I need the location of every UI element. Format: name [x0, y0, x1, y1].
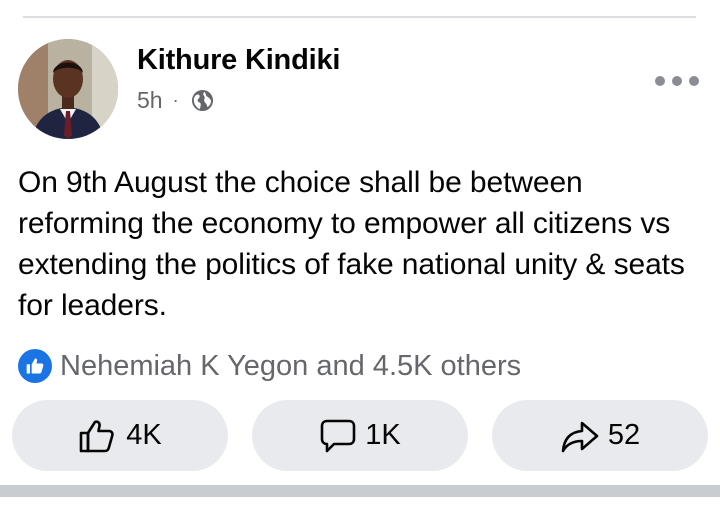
author-name[interactable]: Kithure Kindiki [137, 44, 340, 77]
post-timestamp[interactable]: 5h [137, 87, 163, 114]
reactions-summary[interactable]: Nehemiah K Yegon and 4.5K others [18, 346, 521, 386]
top-divider [23, 16, 696, 18]
globe-icon[interactable] [191, 89, 214, 112]
like-button[interactable]: 4K [12, 400, 228, 471]
like-count: 4K [126, 419, 162, 451]
meta-separator: · [172, 89, 179, 110]
thumbs-up-icon [79, 419, 115, 452]
like-badge-icon [18, 349, 52, 383]
avatar-photo [18, 39, 118, 139]
more-dot-icon [672, 76, 682, 86]
post-meta: 5h · [137, 86, 214, 114]
post-actions-bar: 4K 1K 52 [12, 400, 708, 471]
more-dot-icon [655, 76, 665, 86]
post-body-text: On 9th August the choice shall be betwee… [18, 166, 685, 322]
comment-icon [320, 419, 356, 452]
share-icon [561, 421, 599, 452]
more-dot-icon [689, 76, 699, 86]
reactions-summary-text: Nehemiah K Yegon and 4.5K others [60, 349, 522, 382]
comment-count: 1K [365, 419, 401, 451]
share-count: 52 [607, 419, 641, 451]
author-avatar[interactable] [18, 39, 118, 139]
feed-separator [0, 485, 720, 497]
share-button[interactable]: 52 [492, 400, 708, 471]
comment-button[interactable]: 1K [252, 400, 468, 471]
more-options-button[interactable] [655, 70, 699, 92]
